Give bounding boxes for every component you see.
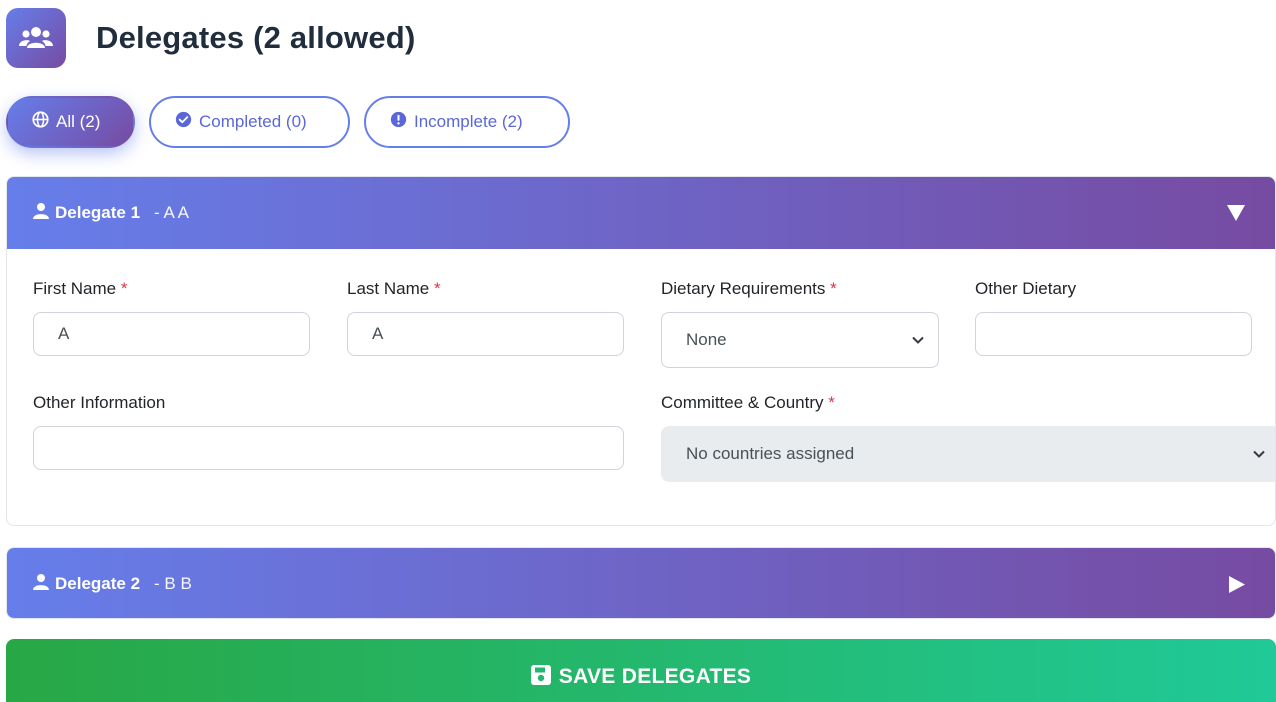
delegate-card-1: Delegate 1 - A A First Name * A Last Nam… — [6, 176, 1276, 526]
filter-incomplete-label: Incomplete (2) — [414, 112, 523, 131]
page-title: Delegates (2 allowed) — [96, 20, 416, 55]
first-name-input[interactable]: A — [33, 312, 310, 356]
exclamation-circle-icon — [390, 111, 407, 133]
caret-down-icon[interactable] — [1227, 205, 1245, 221]
committee-label: Committee & Country * — [661, 393, 835, 412]
first-name-group: First Name * — [33, 279, 127, 303]
committee-group: Committee & Country * — [661, 393, 835, 417]
first-name-label: First Name * — [33, 279, 128, 298]
other-info-label: Other Information — [33, 393, 166, 412]
delegate-1-header[interactable]: Delegate 1 - A A — [7, 177, 1275, 249]
filter-bar: All (2) Completed (0) Incomplete (2) — [6, 96, 570, 148]
other-dietary-group: Other Dietary — [975, 279, 1076, 303]
floppy-disk-icon — [530, 665, 551, 691]
delegate-2-title: Delegate 2 — [55, 574, 141, 593]
delegate-card-2: Delegate 2 - B B — [6, 547, 1276, 619]
dietary-label: Dietary Requirements * — [661, 279, 837, 298]
other-info-group: Other Information — [33, 393, 165, 417]
chevron-down-icon — [912, 335, 924, 345]
users-icon — [6, 8, 66, 68]
check-circle-icon — [175, 111, 192, 133]
last-name-label: Last Name * — [347, 279, 441, 298]
user-icon — [33, 573, 49, 595]
filter-completed-label: Completed (0) — [199, 112, 307, 131]
dietary-group: Dietary Requirements * — [661, 279, 837, 303]
dietary-select[interactable]: None — [661, 312, 939, 368]
committee-select[interactable]: No countries assigned — [661, 426, 1275, 482]
other-dietary-label: Other Dietary — [975, 279, 1077, 298]
globe-icon — [32, 111, 49, 133]
user-icon — [33, 202, 49, 224]
delegate-1-subtitle: - A A — [154, 203, 190, 222]
filter-completed-button[interactable]: Completed (0) — [149, 96, 350, 148]
save-delegates-button[interactable]: SAVE DELEGATES — [6, 639, 1276, 702]
delegate-2-subtitle: - B B — [154, 574, 192, 593]
caret-right-icon[interactable] — [1229, 575, 1245, 593]
save-delegates-label: SAVE DELEGATES — [558, 665, 752, 688]
delegate-2-header[interactable]: Delegate 2 - B B — [7, 548, 1275, 618]
page-header: Delegates (2 allowed) — [6, 8, 415, 68]
filter-all-label: All (2) — [56, 112, 101, 131]
last-name-input[interactable]: A — [347, 312, 624, 356]
other-info-input[interactable] — [33, 426, 624, 470]
delegate-1-title: Delegate 1 — [55, 203, 141, 222]
filter-all-button[interactable]: All (2) — [6, 96, 135, 148]
other-dietary-input[interactable] — [975, 312, 1252, 356]
chevron-down-icon — [1253, 449, 1265, 459]
filter-incomplete-button[interactable]: Incomplete (2) — [364, 96, 570, 148]
last-name-group: Last Name * — [347, 279, 441, 303]
